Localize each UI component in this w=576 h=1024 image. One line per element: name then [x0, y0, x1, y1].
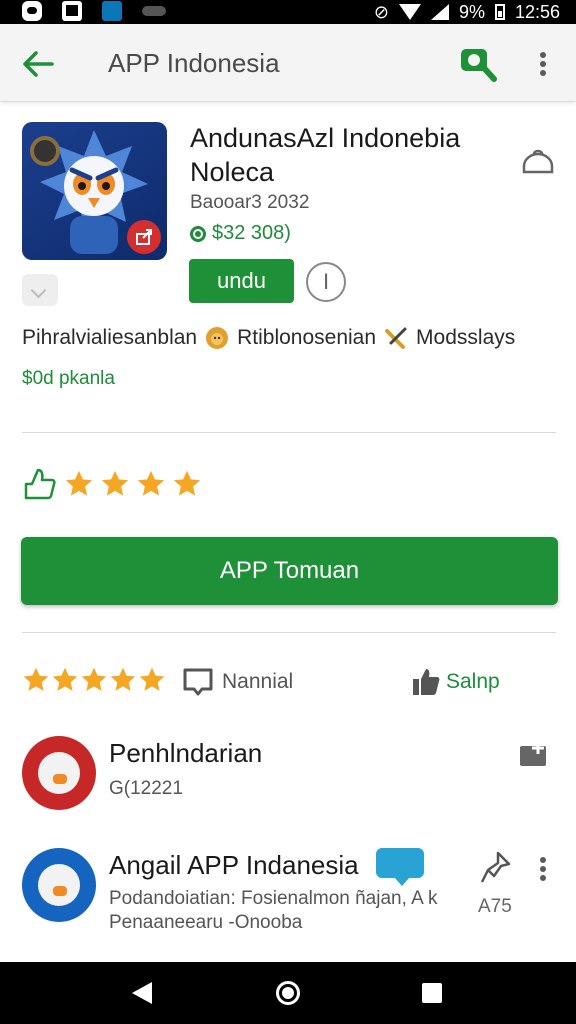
- camera-lens-decoration: [30, 136, 60, 166]
- page-title: APP Indonesia: [108, 48, 280, 78]
- share-arrow-icon: [136, 229, 152, 245]
- more-vert-dot: [540, 70, 546, 77]
- stats-row: Nannial Salnp: [22, 662, 556, 702]
- list-item-subtitle: Podandoiatian: Fosienalmon ñajan, A k: [109, 888, 438, 909]
- star-icon: [110, 667, 136, 691]
- more-vert-icon: [540, 856, 546, 863]
- list-item-title: Penhlndarian: [109, 738, 263, 768]
- cell-signal-icon: [430, 4, 449, 20]
- notification-vpn-icon: [102, 1, 122, 21]
- wishlist-icon: [522, 149, 554, 174]
- owl-beak: [53, 774, 67, 784]
- app-name: AndunasAzl Indonebia Noleca: [190, 123, 461, 187]
- more-vert-dot: [540, 875, 546, 882]
- category-label-2[interactable]: Rtiblonosenian: [237, 326, 376, 350]
- wifi-icon: [398, 4, 421, 20]
- search-icon: [461, 49, 497, 82]
- battery-percent: 9%: [458, 1, 485, 22]
- price-icon: [190, 225, 206, 242]
- thumbs-up-icon[interactable]: [412, 667, 440, 697]
- search-button[interactable]: [458, 46, 500, 84]
- clock: 12:56: [514, 1, 560, 22]
- wishlist-button[interactable]: [520, 146, 556, 178]
- star-icon: [65, 470, 93, 496]
- mute-icon: ⊘: [373, 1, 389, 22]
- star-icon: [23, 667, 49, 691]
- star-icon: [139, 667, 165, 691]
- avatar: [22, 848, 96, 922]
- rating-row: [22, 466, 202, 502]
- developer-name[interactable]: Baooar3 2032: [190, 192, 309, 214]
- nav-back-icon[interactable]: [132, 982, 152, 1004]
- category-label-3[interactable]: Modsslays: [416, 326, 515, 350]
- battery-icon: [494, 4, 505, 20]
- star-icon: [81, 667, 107, 691]
- stats-stars: [22, 666, 166, 694]
- pin-icon[interactable]: [480, 850, 512, 884]
- notification-app-icon: [22, 1, 42, 21]
- price-value: $32 308): [212, 222, 291, 244]
- chat-badge-icon[interactable]: [376, 848, 424, 886]
- info-button[interactable]: I: [306, 262, 346, 302]
- app-icon: [22, 122, 167, 260]
- more-options-button[interactable]: [530, 46, 556, 82]
- list-item[interactable]: Penhlndarian G(12221: [0, 730, 576, 820]
- category-row: Pihralvialiesanblan Rtiblonosenian Modss…: [22, 326, 562, 350]
- add-to-queue-icon[interactable]: [518, 740, 552, 770]
- more-vert-dot: [540, 865, 546, 872]
- status-bar: ⊘ 9% 12:56: [0, 0, 576, 24]
- review-label[interactable]: Nannial: [222, 670, 293, 694]
- star-icon: [52, 667, 78, 691]
- expand-collapse-button[interactable]: [22, 274, 58, 306]
- list-item-subtitle: G(12221: [109, 778, 183, 799]
- offer-text: $0d pkanla: [22, 368, 115, 389]
- divider: [22, 632, 556, 633]
- nav-recents-icon[interactable]: [422, 983, 442, 1003]
- star-icon: [101, 470, 129, 496]
- list-item-subtitle-2: Penaaneearu -Onooba: [109, 912, 303, 933]
- primary-action-button[interactable]: APP Tomuan: [21, 537, 558, 605]
- review-icon[interactable]: [182, 667, 214, 697]
- tools-icon: [385, 327, 407, 349]
- notification-photo-icon: [62, 1, 82, 21]
- app-icon-badge: [127, 220, 161, 254]
- arrow-left-icon: [23, 51, 54, 77]
- thumbs-up-outline-icon[interactable]: [22, 466, 58, 502]
- divider: [22, 432, 556, 433]
- nav-home-icon[interactable]: [276, 981, 300, 1005]
- more-vert-dot: [540, 60, 546, 67]
- list-item-title: Angail APP Indanesia: [109, 850, 359, 880]
- status-system: ⊘ 9% 12:56: [374, 0, 560, 24]
- star-icon: [173, 470, 201, 496]
- lion-icon: [206, 327, 229, 349]
- system-nav-bar: [0, 962, 576, 1024]
- avatar: [22, 736, 96, 810]
- notification-media-icon: [142, 6, 166, 16]
- owl-face-icon: [38, 752, 80, 794]
- install-button[interactable]: undu: [189, 259, 294, 303]
- list-item-more-button[interactable]: [532, 852, 554, 886]
- status-notifications: [22, 1, 166, 21]
- owl-beak: [53, 886, 67, 896]
- like-label[interactable]: Salnp: [446, 670, 500, 694]
- category-label-1[interactable]: Pihralvialiesanblan: [22, 326, 197, 350]
- owl-face-icon: [38, 864, 80, 906]
- pin-count: A75: [478, 896, 512, 917]
- price-line: $32 308): [190, 222, 291, 245]
- back-button[interactable]: [20, 46, 56, 82]
- more-vert-icon: [540, 51, 546, 58]
- star-icon: [137, 470, 165, 496]
- top-app-bar: APP Indonesia: [0, 24, 576, 102]
